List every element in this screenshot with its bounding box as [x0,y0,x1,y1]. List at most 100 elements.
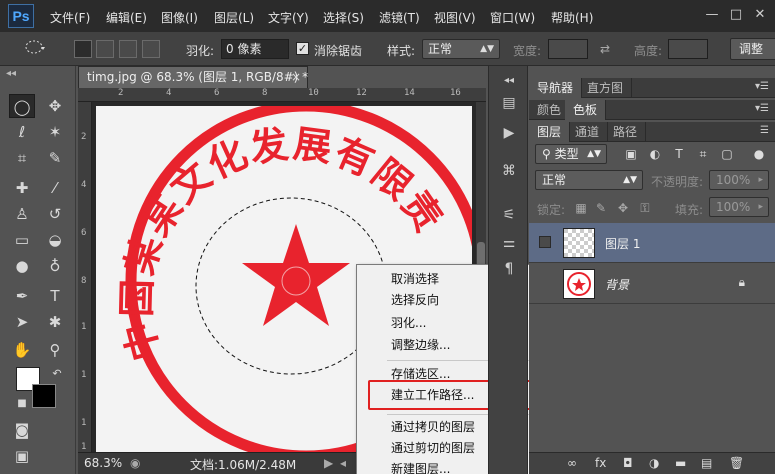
blend-mode-select[interactable]: 正常 ▲▼ [535,170,643,190]
move-tool-icon[interactable]: ✥ [42,94,68,118]
layer-name[interactable]: 图层 1 [605,235,640,252]
restore-button[interactable]: □ [726,6,746,24]
menu-type[interactable]: 文字(Y) [268,9,309,26]
antialias-checkbox[interactable]: ✓ [296,42,309,55]
new-layer-icon[interactable]: ▤ [701,456,712,470]
delete-layer-icon[interactable]: 🗑︎ [729,456,744,470]
panel-menu-icon[interactable]: ▾☰ [755,103,769,114]
history-panel-icon[interactable]: ▤ [497,92,521,114]
close-tab-icon[interactable]: × [291,67,301,87]
style-select[interactable]: 正常 ▲▼ [422,39,500,59]
intersect-selection-icon[interactable] [142,40,160,58]
menu-help[interactable]: 帮助(H) [551,9,593,26]
background-color-swatch[interactable] [32,384,56,408]
new-selection-icon[interactable] [74,40,92,58]
lasso-tool-icon[interactable]: ℓ [9,120,35,144]
menu-edit[interactable]: 编辑(E) [106,9,147,26]
status-info-icon[interactable]: ◉ [130,456,140,470]
filter-adjustment-icon[interactable]: ◐ [647,146,663,162]
menu-select[interactable]: 选择(S) [323,9,364,26]
clone-stamp-icon[interactable]: ♙ [9,202,35,226]
panel-grip-icon[interactable]: ◂◂ [6,68,16,79]
zoom-level[interactable]: 68.3% [84,456,122,470]
default-colors-icon[interactable]: ■ [9,392,35,416]
subtract-selection-icon[interactable] [119,40,137,58]
add-selection-icon[interactable] [96,40,114,58]
swap-icon[interactable]: ⇄ [600,42,610,56]
tab-paths[interactable]: 路径 [605,122,647,142]
filter-smart-object-icon[interactable]: ▢ [719,146,735,162]
status-arrow-icon[interactable]: ▶ [324,456,333,470]
swap-colors-icon[interactable]: ↶ [44,362,70,386]
adjustments-panel-icon[interactable]: ⚌ [497,232,521,254]
layer-name[interactable]: 背景 [605,276,629,293]
tab-navigator[interactable]: 导航器 [529,78,583,98]
tab-color[interactable]: 颜色 [529,100,571,120]
actions-panel-icon[interactable]: ▶ [497,122,521,144]
tab-swatches[interactable]: 色板 [565,100,607,120]
brushes-panel-icon[interactable]: ⚟ [497,204,521,226]
quick-mask-icon[interactable]: ◙ [9,418,35,442]
menu-layer[interactable]: 图层(L) [214,9,254,26]
visibility-toggle[interactable] [539,236,551,248]
document-tab[interactable]: timg.jpg @ 68.3% (图层 1, RGB/8#) * × [78,66,308,88]
marquee-preset-icon[interactable] [22,37,48,61]
dodge-tool-icon[interactable]: ♁ [42,254,68,278]
info-panel-icon[interactable]: ⌘ [497,160,521,182]
tab-channels[interactable]: 通道 [567,122,609,142]
panel-menu-icon[interactable]: ▾☰ [755,81,769,92]
eyedropper-icon[interactable]: ✎ [42,146,68,170]
opacity-input[interactable]: 100% ▸ [709,170,769,190]
minimize-button[interactable]: — [702,6,722,24]
filter-shape-icon[interactable]: ⌗ [695,146,711,162]
layer-filter-select[interactable]: ⚲ 类型 ▲▼ [535,144,607,164]
filter-type-icon[interactable]: T [671,146,687,162]
tab-layers[interactable]: 图层 [529,122,571,142]
lock-position-icon[interactable]: ✥ [615,200,631,216]
feather-input[interactable]: 0 像素 [221,39,289,59]
layer-row[interactable]: 背景 🔒︎ [529,264,775,304]
new-group-icon[interactable]: ▬ [675,456,686,470]
lock-transparent-icon[interactable]: ▦ [573,200,589,216]
filter-pixel-icon[interactable]: ▣ [623,146,639,162]
paragraph-panel-icon[interactable]: ¶ [497,258,521,280]
crop-tool-icon[interactable]: ⌗ [9,146,35,170]
menu-image[interactable]: 图像(I) [161,9,198,26]
fill-input[interactable]: 100% ▸ [709,197,769,217]
layer-style-icon[interactable]: fx [595,456,606,470]
elliptical-marquee-icon[interactable]: ◯ [9,94,35,118]
panel-menu-icon[interactable]: ☰ [760,125,769,136]
height-input[interactable] [668,39,708,59]
blur-tool-icon[interactable]: ● [9,254,35,278]
history-brush-icon[interactable]: ↺ [42,202,68,226]
width-input[interactable] [548,39,588,59]
menu-view[interactable]: 视图(V) [434,9,476,26]
zoom-tool-icon[interactable]: ⚲ [42,338,68,362]
refine-edge-button[interactable]: 调整 [730,38,775,60]
paint-bucket-icon[interactable]: ◒ [42,228,68,252]
menu-file[interactable]: 文件(F) [50,9,90,26]
magic-wand-icon[interactable]: ✶ [42,120,68,144]
shape-tool-icon[interactable]: ✱ [42,310,68,334]
filter-toggle-icon[interactable]: ● [751,146,767,162]
add-mask-icon[interactable]: ◘ [623,456,633,470]
pen-tool-icon[interactable]: ✒ [9,284,35,308]
eraser-tool-icon[interactable]: ▭ [9,228,35,252]
screen-mode-icon[interactable]: ▣ [9,444,35,468]
type-tool-icon[interactable]: T [42,284,68,308]
layer-row[interactable]: 图层 1 [529,223,775,263]
adjustment-layer-icon[interactable]: ◑ [649,456,659,470]
menu-filter[interactable]: 滤镜(T) [379,9,420,26]
menu-window[interactable]: 窗口(W) [490,9,535,26]
panel-grip-icon[interactable]: ◂◂ [497,70,521,92]
healing-brush-icon[interactable]: ✚ [9,176,35,200]
close-button[interactable]: ✕ [750,6,770,24]
link-layers-icon[interactable]: ∞ [567,456,577,470]
lock-pixels-icon[interactable]: ✎ [593,200,609,216]
scroll-left-icon[interactable]: ◂ [340,456,346,470]
tab-histogram[interactable]: 直方图 [579,78,633,98]
path-selection-icon[interactable]: ➤ [9,310,35,334]
lock-all-icon[interactable]: ⚿ [637,200,653,216]
brush-tool-icon[interactable]: ⁄ [42,176,68,200]
hand-tool-icon[interactable]: ✋ [9,338,35,362]
